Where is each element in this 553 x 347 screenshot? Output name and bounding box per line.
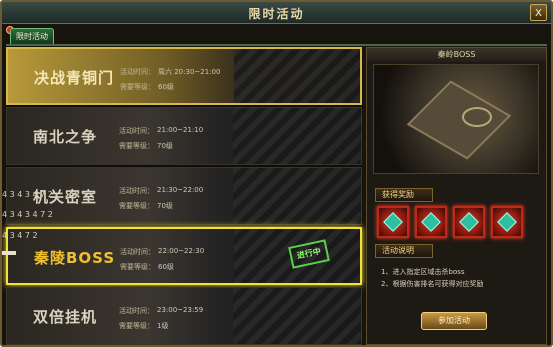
level-label: 需要等级：	[119, 142, 154, 150]
level-value: 60级	[158, 263, 174, 271]
time-value: 周六 20:30~21:00	[158, 68, 221, 76]
boss-arena-image	[373, 64, 539, 174]
activity-scene-image	[233, 108, 361, 164]
title-bar: 限时活动 x	[2, 2, 551, 24]
level-value: 70级	[157, 142, 173, 150]
time-value: 23:00~23:59	[157, 306, 204, 314]
overlay-digits: 4 3 4 3 4 7 2	[2, 210, 53, 219]
time-label: 活动时间：	[119, 187, 154, 195]
activity-list: 决战青铜门 活动时间： 周六 20:30~21:00 需要等级： 60级 南北之…	[6, 47, 362, 345]
activity-name: 决战青铜门	[34, 69, 115, 87]
tab-divider	[6, 44, 547, 46]
level-label: 需要等级：	[119, 202, 154, 210]
activity-row-double-afk[interactable]: 双倍挂机 活动时间： 23:00~23:59 需要等级： 1级	[6, 287, 362, 345]
level-label: 需要等级：	[119, 322, 154, 330]
level-value: 1级	[157, 322, 169, 330]
time-value: 21:30~22:00	[157, 186, 204, 194]
activity-scene-image	[233, 288, 361, 344]
arena-platform	[406, 80, 512, 160]
time-value: 21:00~21:10	[157, 126, 204, 134]
activity-detail-panel: 秦岭BOSS 获得奖励 活动说明 1、进入指定区域击杀boss 2、根据伤害排名…	[366, 47, 547, 345]
level-label: 需要等级：	[120, 83, 155, 91]
join-activity-button[interactable]: 参加活动	[421, 312, 487, 330]
description-line: 1、进入指定区域击杀boss	[381, 268, 465, 276]
activity-name: 南北之争	[33, 128, 98, 146]
activity-scene-image	[234, 49, 360, 103]
time-label: 活动时间：	[119, 127, 154, 135]
time-label: 活动时间：	[120, 248, 155, 256]
time-label: 活动时间：	[119, 307, 154, 315]
close-button[interactable]: x	[530, 4, 547, 21]
reward-item-gem-icon[interactable]	[415, 206, 447, 238]
time-value: 22:00~22:30	[158, 247, 205, 255]
level-value: 60级	[158, 83, 174, 91]
activity-name: 双倍挂机	[33, 308, 98, 326]
arena-emblem	[462, 107, 492, 127]
activity-scene-image	[233, 168, 361, 224]
activity-row-secret-room[interactable]: 机关密室 活动时间： 21:30~22:00 需要等级： 70级	[6, 167, 362, 225]
tab-limited-activity[interactable]: 限时活动	[10, 28, 54, 44]
reward-item-gem-icon[interactable]	[377, 206, 409, 238]
detail-title: 秦岭BOSS	[367, 48, 546, 62]
activity-row-qinling-boss[interactable]: 秦陵BOSS 活动时间： 22:00~22:30 需要等级： 60级 进行中	[6, 227, 362, 285]
reward-item-gem-icon[interactable]	[491, 206, 523, 238]
overlay-digits: 4 3 4 7 2	[2, 231, 38, 240]
description-section-label: 活动说明	[375, 244, 433, 258]
description-line: 2、根据伤害排名可获得对应奖励	[381, 280, 484, 288]
level-label: 需要等级：	[120, 263, 155, 271]
activity-name: 秦陵BOSS	[34, 249, 116, 267]
overlay-digits: 4 3 4 3 4 7 2	[2, 190, 53, 199]
activity-window: 限时活动 x 限时活动 决战青铜门 活动时间： 周六 20:30~21:00 需…	[0, 0, 553, 347]
level-value: 70级	[157, 202, 173, 210]
activity-row-north-south[interactable]: 南北之争 活动时间： 21:00~21:10 需要等级： 70级	[6, 107, 362, 165]
reward-item-gem-icon[interactable]	[453, 206, 485, 238]
time-label: 活动时间：	[120, 68, 155, 76]
window-title: 限时活动	[248, 7, 305, 21]
reward-section-label: 获得奖励	[375, 188, 433, 202]
pointer-arrow-icon	[2, 251, 16, 255]
activity-row-bronze-gate[interactable]: 决战青铜门 活动时间： 周六 20:30~21:00 需要等级： 60级	[6, 47, 362, 105]
